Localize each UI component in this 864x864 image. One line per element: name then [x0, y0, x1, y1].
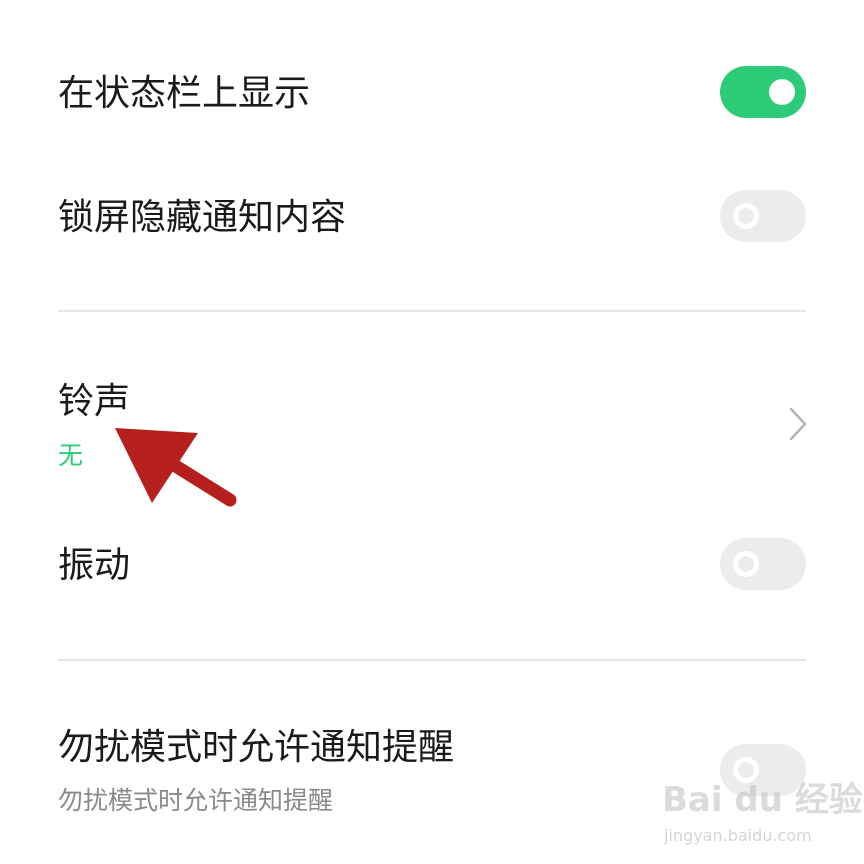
section-divider [58, 310, 806, 312]
setting-row-ringtone[interactable]: 铃声 无 [0, 340, 864, 490]
setting-label-vibration: 振动 [58, 545, 131, 586]
toggle-knob [769, 79, 795, 105]
setting-row-vibration[interactable]: 振动 [0, 520, 864, 620]
notification-settings-screen: 在状态栏上显示 锁屏隐藏通知内容 铃声 无 振动 勿扰模式时允许通知提醒 勿扰模… [0, 0, 864, 864]
watermark-logo: Bai du 经验 [662, 780, 863, 820]
ringtone-value: 无 [58, 441, 84, 470]
setting-label-hide-on-lock-screen: 锁屏隐藏通知内容 [58, 197, 347, 238]
show-in-status-bar-toggle[interactable] [720, 66, 806, 118]
setting-label-dnd-allow: 勿扰模式时允许通知提醒 [58, 727, 455, 768]
setting-label-show-in-status-bar: 在状态栏上显示 [58, 73, 311, 114]
setting-label-ringtone: 铃声 [58, 381, 131, 422]
setting-row-hide-on-lock-screen[interactable]: 锁屏隐藏通知内容 [0, 180, 864, 290]
baidu-jingyan-watermark: Bai du 经验 jingyan.baidu.com [662, 780, 863, 856]
setting-row-show-in-status-bar[interactable]: 在状态栏上显示 [0, 0, 864, 180]
hide-on-lock-screen-toggle[interactable] [720, 190, 806, 242]
watermark-url: jingyan.baidu.com [664, 826, 812, 845]
chevron-right-icon[interactable] [786, 404, 816, 444]
setting-description-dnd-allow: 勿扰模式时允许通知提醒 [58, 786, 334, 815]
toggle-knob [733, 551, 759, 577]
vibration-toggle[interactable] [720, 538, 806, 590]
toggle-knob [733, 203, 759, 229]
section-divider [58, 659, 806, 661]
